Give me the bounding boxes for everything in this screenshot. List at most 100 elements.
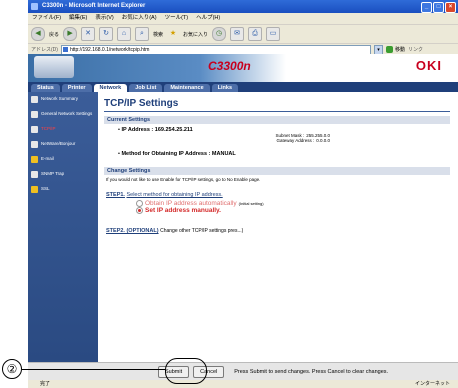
change-settings-header: Change Settings <box>104 167 450 175</box>
sidebar-item-label: SNMP Trap <box>41 171 65 176</box>
sidebar-item-snmp-trap[interactable]: SNMP Trap <box>28 167 98 182</box>
menu-tools[interactable]: ツール(T) <box>165 13 189 24</box>
sidebar-item-email[interactable]: E-mail <box>28 152 98 167</box>
oki-banner: C3300n OKI <box>28 54 458 82</box>
favorites-label[interactable]: お気に入り <box>183 31 208 38</box>
page-content: C3300n OKI Status Printer Network Job Li… <box>28 54 458 362</box>
submit-hint: Press Submit to send changes. Press Canc… <box>234 369 389 375</box>
callout-line <box>22 369 165 370</box>
page-icon <box>31 96 38 103</box>
sidebar-item-network-summary[interactable]: Network Summary <box>28 92 98 107</box>
address-url: http://192.168.0.1/network/tcpip.htm <box>69 46 150 53</box>
ie-icon <box>31 3 38 10</box>
maximize-button[interactable]: □ <box>433 2 444 13</box>
menu-favorites[interactable]: お気に入り(A) <box>122 13 157 24</box>
status-bar: 完了 インターネット <box>28 380 458 388</box>
go-button[interactable]: 移動 <box>385 46 405 53</box>
sidebar-item-label: E-mail <box>41 156 54 161</box>
radio-auto[interactable]: Obtain IP address automatically (Initial… <box>136 200 450 207</box>
tab-maintenance[interactable]: Maintenance <box>164 84 210 92</box>
address-label: アドレス(D) <box>31 47 58 53</box>
lock-icon <box>31 186 38 193</box>
page-icon <box>31 141 38 148</box>
mail-icon[interactable]: ✉ <box>230 27 245 41</box>
go-label: 移動 <box>394 47 405 53</box>
radio-manual[interactable]: Set IP address manually. <box>136 207 450 214</box>
sidebar-item-tcpip[interactable]: TCP/IP <box>28 122 98 137</box>
tab-status[interactable]: Status <box>31 84 60 92</box>
sidebar-item-netware[interactable]: NetWare/Bonjour <box>28 137 98 152</box>
mail-icon <box>31 156 38 163</box>
window-controls: _ □ × <box>421 2 456 13</box>
title-divider <box>104 111 450 112</box>
links-label[interactable]: リンク <box>408 46 423 53</box>
menu-edit[interactable]: 編集(E) <box>69 13 87 24</box>
radio-auto-note: (Initial setting) <box>238 201 264 206</box>
tab-job-list[interactable]: Job List <box>129 84 163 92</box>
window-title: C3300n - Microsoft Internet Explorer <box>42 3 146 9</box>
browser-window: C3300n - Microsoft Internet Explorer _ □… <box>28 0 458 388</box>
address-input[interactable]: http://192.168.0.1/network/tcpip.htm <box>60 44 371 55</box>
gateway-row: Gateway Address : 0.0.0.0 <box>104 138 330 143</box>
tab-network[interactable]: Network <box>93 84 128 92</box>
callout-ring <box>165 358 207 384</box>
radio-manual-label: Set IP address manually. <box>145 207 221 214</box>
oki-logo: OKI <box>415 58 442 73</box>
print-icon[interactable]: ⎙ <box>248 27 263 41</box>
sidebar-item-label: TCP/IP <box>41 126 56 131</box>
sidebar: Network Summary General Network Settings… <box>28 92 98 362</box>
page-title: TCP/IP Settings <box>104 98 179 109</box>
refresh-icon[interactable]: ↻ <box>99 27 114 41</box>
folder-icon[interactable]: ▭ <box>266 27 281 41</box>
step1: STEP1. Select method for obtaining IP ad… <box>106 192 450 198</box>
menu-view[interactable]: 表示(V) <box>95 13 113 24</box>
stop-icon[interactable]: ✕ <box>81 27 96 41</box>
current-settings-header: Current Settings <box>104 116 450 124</box>
address-dropdown-icon[interactable]: ▾ <box>373 44 383 55</box>
forward-arrow-icon[interactable]: ▶ <box>63 27 78 41</box>
gateway-value: 0.0.0.0 <box>316 138 330 143</box>
step2-head: STEP2. (OPTIONAL) <box>106 228 159 234</box>
toolbar: ◀ 戻る ▶ ✕ ↻ ⌂ ⌕ 検索 ★ お気に入り ◷ ✉ ⎙ ▭ <box>28 25 458 44</box>
radio-auto-label: Obtain IP address automatically <box>145 200 237 207</box>
change-note: If you would not like to use Enable for … <box>106 177 261 182</box>
tab-printer[interactable]: Printer <box>61 84 92 92</box>
sidebar-item-ssl[interactable]: SSL <box>28 182 98 197</box>
status-text: 完了 <box>40 381 51 387</box>
page-icon <box>31 171 38 178</box>
title-bar: C3300n - Microsoft Internet Explorer _ □… <box>28 0 458 13</box>
sidebar-item-general-network[interactable]: General Network Settings <box>28 107 98 122</box>
radio-manual-dot[interactable] <box>136 207 143 214</box>
step1-head: STEP1. <box>106 192 125 198</box>
page-icon <box>31 126 38 133</box>
callout-number: ② <box>2 359 22 379</box>
ip-address-text: IP Address : 169.254.25.211 <box>121 127 193 133</box>
step1-text: Select method for obtaining IP address. <box>126 192 223 198</box>
search-icon[interactable]: ⌕ <box>135 27 150 41</box>
step2-text: Change other TCP/IP settings pres...) <box>160 228 244 234</box>
menu-bar: ファイル(F) 編集(E) 表示(V) お気に入り(A) ツール(T) ヘルプ(… <box>28 13 458 25</box>
tab-links[interactable]: Links <box>211 84 239 92</box>
sidebar-item-label: General Network Settings <box>41 111 93 116</box>
nav-tabs: Status Printer Network Job List Maintena… <box>28 82 458 92</box>
sidebar-item-label: SSL <box>41 186 50 191</box>
method-value: • Method for Obtaining IP Address : MANU… <box>118 151 236 157</box>
favorites-star-icon[interactable]: ★ <box>167 28 179 40</box>
home-icon[interactable]: ⌂ <box>117 27 132 41</box>
gateway-label: Gateway Address : <box>276 138 315 143</box>
search-label[interactable]: 検索 <box>153 31 163 38</box>
printer-image <box>34 56 74 78</box>
back-arrow-icon[interactable]: ◀ <box>31 27 45 41</box>
radio-auto-dot[interactable] <box>136 200 143 207</box>
sidebar-item-label: Network Summary <box>41 96 79 101</box>
menu-file[interactable]: ファイル(F) <box>32 13 61 24</box>
main-panel: TCP/IP Settings Current Settings • IP Ad… <box>104 92 450 362</box>
sidebar-item-label: NetWare/Bonjour <box>41 141 76 146</box>
back-label[interactable]: 戻る <box>49 31 59 38</box>
method-text: Method for Obtaining IP Address : MANUAL <box>121 151 236 157</box>
internet-zone: インターネット <box>414 381 450 387</box>
history-icon[interactable]: ◷ <box>212 27 227 41</box>
minimize-button[interactable]: _ <box>421 2 432 13</box>
menu-help[interactable]: ヘルプ(H) <box>196 13 220 24</box>
close-button[interactable]: × <box>445 2 456 13</box>
